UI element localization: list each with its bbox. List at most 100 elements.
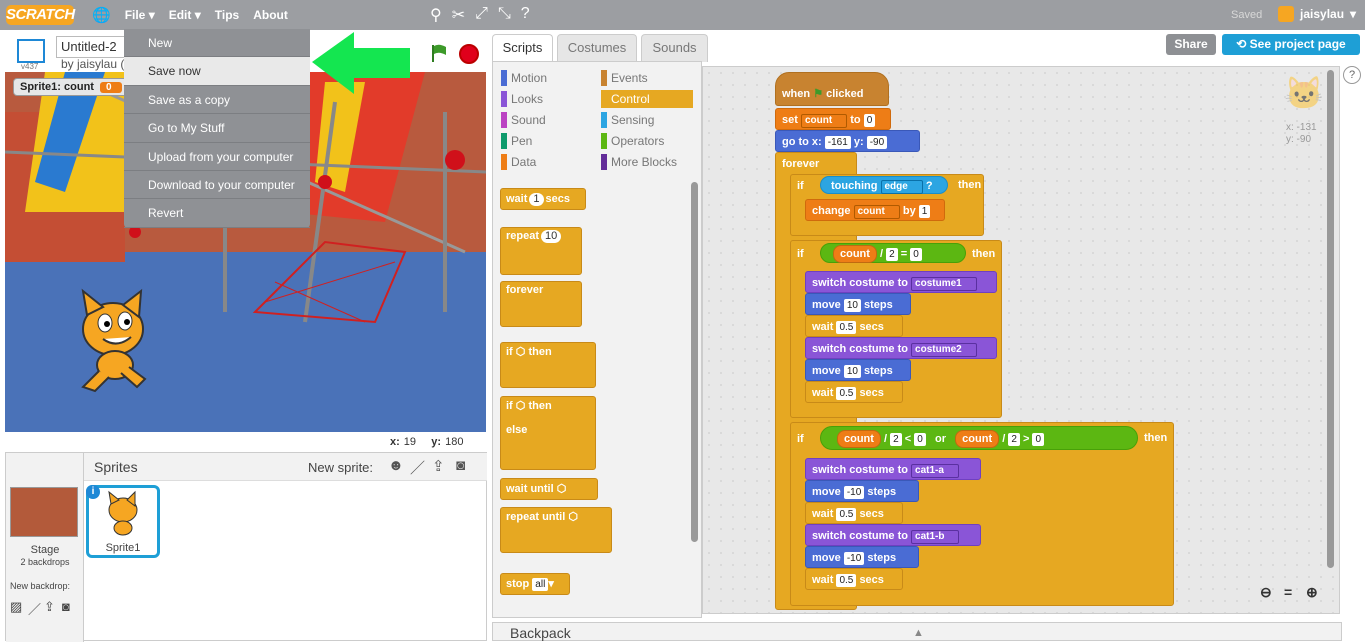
mouse-y: 180 bbox=[445, 436, 464, 448]
palette-if-then-block[interactable]: if ⬡ then bbox=[500, 342, 596, 388]
switch-costume-block-4[interactable]: switch costume to cat1-b bbox=[805, 524, 981, 546]
current-sprite-ghost-icon: 🐱 bbox=[1284, 75, 1324, 111]
then-label-3: then bbox=[1144, 432, 1168, 444]
wait-block-4[interactable]: wait 0.5 secs bbox=[805, 568, 903, 590]
grow-icon[interactable]: ⤢ bbox=[475, 5, 488, 25]
category-events[interactable]: Events bbox=[601, 69, 693, 87]
wait-block-3[interactable]: wait 0.5 secs bbox=[805, 502, 903, 524]
or-operator[interactable]: count / 2 < 0 or count / 2 > 0 bbox=[820, 426, 1138, 450]
variable-monitor[interactable]: Sprite1: count 0 bbox=[13, 78, 129, 96]
palette-wait-block[interactable]: wait 1 secs bbox=[500, 188, 586, 210]
touching-edge-sensor[interactable]: touching edge ? bbox=[820, 176, 948, 194]
variable-value: 0 bbox=[99, 81, 122, 93]
upload-sprite-icon[interactable]: ⇪ bbox=[432, 457, 445, 475]
cat-thumbnail-icon bbox=[108, 490, 138, 536]
category-motion[interactable]: Motion bbox=[501, 69, 593, 87]
mouse-coordinates: x: 19 y: 180 bbox=[390, 436, 464, 448]
move-steps-block-1[interactable]: move 10 steps bbox=[805, 293, 911, 315]
go-to-xy-block[interactable]: go to x: -161 y: -90 bbox=[775, 130, 920, 152]
palette-forever-block[interactable]: forever bbox=[500, 281, 582, 327]
menu-item-save-copy[interactable]: Save as a copy bbox=[124, 86, 310, 115]
move-steps-block-3[interactable]: move -10 steps bbox=[805, 480, 919, 502]
project-title-input[interactable]: Untitled-2 bbox=[56, 36, 126, 58]
menu-item-new[interactable]: New bbox=[124, 29, 310, 58]
file-dropdown: New Save now Save as a copy Go to My Stu… bbox=[124, 29, 310, 228]
expand-up-icon[interactable]: ▲ bbox=[913, 623, 924, 643]
shrink-icon[interactable]: ⤡ bbox=[498, 5, 511, 25]
zoom-in-icon[interactable]: ⊕ bbox=[1306, 584, 1318, 601]
stop-icon[interactable] bbox=[459, 44, 479, 64]
move-steps-block-2[interactable]: move 10 steps bbox=[805, 359, 911, 381]
category-sound[interactable]: Sound bbox=[501, 111, 593, 129]
avatar bbox=[1278, 6, 1294, 22]
mouse-x: 19 bbox=[403, 436, 417, 448]
zoom-reset-icon[interactable]: = bbox=[1284, 584, 1292, 600]
set-variable-block[interactable]: set count to 0 bbox=[775, 108, 891, 130]
palette-if-else-block[interactable]: if ⬡ then else bbox=[500, 396, 596, 470]
help-icon[interactable]: ? bbox=[521, 5, 530, 25]
stage-panel: Stage 2 backdrops New backdrop: ▨ ／ ⇪ ◙ bbox=[6, 453, 84, 642]
tab-scripts[interactable]: Scripts bbox=[492, 34, 553, 62]
see-project-page-button[interactable]: ⟲ See project page bbox=[1222, 34, 1360, 55]
palette-wait-until-block[interactable]: wait until ⬡ bbox=[500, 478, 598, 500]
when-flag-clicked-block[interactable]: when ⚑ clicked bbox=[775, 72, 889, 106]
tab-costumes[interactable]: Costumes bbox=[557, 34, 637, 62]
cat-sprite[interactable] bbox=[65, 287, 175, 397]
byline: by jaisylau ( bbox=[61, 57, 125, 71]
scratch-logo[interactable]: SCRATCH bbox=[6, 5, 75, 25]
category-more-blocks[interactable]: More Blocks bbox=[601, 153, 693, 171]
switch-costume-block-3[interactable]: switch costume to cat1-a bbox=[805, 458, 981, 480]
category-pen[interactable]: Pen bbox=[501, 132, 593, 150]
user-menu[interactable]: jaisylau ▾ bbox=[1278, 6, 1356, 22]
tab-sounds[interactable]: Sounds bbox=[641, 34, 708, 62]
paint-sprite-icon[interactable]: ／ bbox=[410, 457, 425, 478]
move-steps-block-4[interactable]: move -10 steps bbox=[805, 546, 919, 568]
camera-backdrop-icon[interactable]: ◙ bbox=[62, 599, 70, 614]
backdrop-library-icon[interactable]: ▨ bbox=[10, 599, 22, 615]
zoom-out-icon[interactable]: ⊖ bbox=[1260, 584, 1272, 601]
edit-menu[interactable]: Edit ▾ bbox=[169, 8, 201, 22]
info-icon[interactable]: i bbox=[86, 485, 100, 499]
tips-menu[interactable]: Tips bbox=[215, 8, 239, 22]
help-question-icon[interactable]: ? bbox=[1343, 66, 1361, 84]
sprite-library-icon[interactable]: ☻ bbox=[388, 457, 404, 474]
menu-item-download[interactable]: Download to your computer bbox=[124, 171, 310, 200]
stage-label: Stage bbox=[30, 544, 60, 556]
equals-operator[interactable]: count / 2 = 0 bbox=[820, 243, 966, 263]
switch-costume-block-2[interactable]: switch costume to costume2 bbox=[805, 337, 997, 359]
cut-icon[interactable]: ✂ bbox=[452, 5, 465, 25]
new-sprite-label: New sprite: bbox=[308, 460, 374, 475]
category-control[interactable]: Control bbox=[601, 90, 693, 108]
wait-block-1[interactable]: wait 0.5 secs bbox=[805, 315, 903, 337]
about-menu[interactable]: About bbox=[253, 8, 288, 22]
palette-repeat-until-block[interactable]: repeat until ⬡ bbox=[500, 507, 612, 553]
camera-sprite-icon[interactable]: ◙ bbox=[456, 457, 465, 474]
palette-scrollbar[interactable] bbox=[691, 182, 698, 542]
green-flag-icon[interactable] bbox=[431, 44, 447, 62]
file-menu[interactable]: File ▾ bbox=[125, 8, 155, 22]
backpack-bar[interactable]: Backpack ▲ bbox=[492, 622, 1342, 641]
wait-block-2[interactable]: wait 0.5 secs bbox=[805, 381, 903, 403]
paint-backdrop-icon[interactable]: ／ bbox=[28, 599, 41, 618]
category-operators[interactable]: Operators bbox=[601, 132, 693, 150]
category-sensing[interactable]: Sensing bbox=[601, 111, 693, 129]
stage-thumbnail[interactable] bbox=[10, 487, 78, 537]
menu-item-my-stuff[interactable]: Go to My Stuff bbox=[124, 114, 310, 143]
globe-icon[interactable]: 🌐 bbox=[92, 6, 111, 24]
duplicate-icon[interactable]: ⚲ bbox=[430, 5, 442, 25]
palette-stop-block[interactable]: stop all ▾ bbox=[500, 573, 570, 595]
menu-item-revert[interactable]: Revert bbox=[124, 199, 310, 228]
category-data[interactable]: Data bbox=[501, 153, 593, 171]
menu-item-upload[interactable]: Upload from your computer bbox=[124, 143, 310, 171]
upload-backdrop-icon[interactable]: ⇪ bbox=[44, 599, 55, 615]
presentation-mode-button[interactable] bbox=[17, 39, 45, 63]
switch-costume-block-1[interactable]: switch costume to costume1 bbox=[805, 271, 997, 293]
change-variable-block[interactable]: change count by 1 bbox=[805, 199, 945, 221]
script-scrollbar[interactable] bbox=[1327, 70, 1334, 568]
menu-item-save-now[interactable]: Save now bbox=[124, 57, 310, 86]
palette-repeat-block[interactable]: repeat 10 bbox=[500, 227, 582, 275]
sprite-name: Sprite1 bbox=[105, 542, 141, 554]
share-button[interactable]: Share bbox=[1166, 34, 1216, 55]
sprite-thumbnail[interactable]: i Sprite1 bbox=[86, 485, 160, 558]
category-looks[interactable]: Looks bbox=[501, 90, 593, 108]
